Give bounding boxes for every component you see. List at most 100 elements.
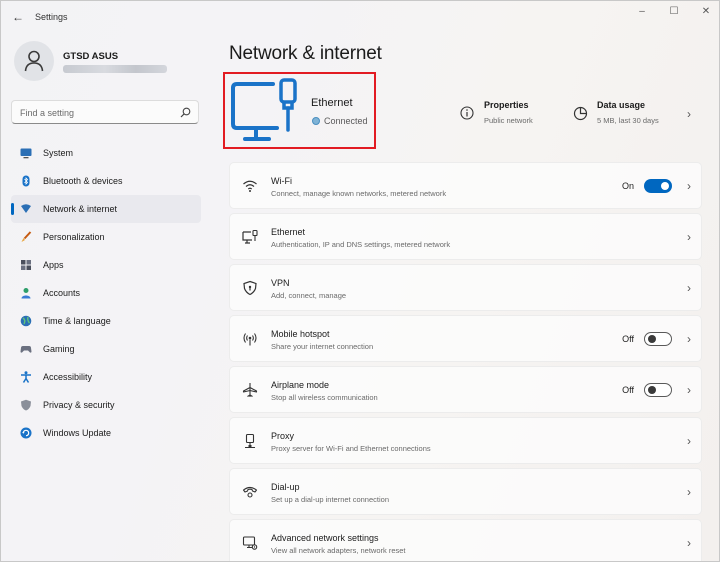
mobile-hotspot-toggle[interactable] xyxy=(644,332,672,346)
profile-email-blurred xyxy=(63,65,167,73)
search-input[interactable]: Find a setting xyxy=(20,108,74,118)
properties-subtitle: Public network xyxy=(484,116,533,125)
sidebar-item-gaming[interactable]: Gaming xyxy=(11,335,201,363)
sidebar-item-system[interactable]: System xyxy=(11,139,201,167)
chevron-right-icon[interactable]: › xyxy=(687,179,691,193)
settings-window: ← Settings – ☐ ✕ GTSD ASUS Find a settin… xyxy=(0,0,720,562)
sidebar-item-label: Apps xyxy=(43,260,64,270)
sidebar-item-accessibility[interactable]: Accessibility xyxy=(11,363,201,391)
accessibility-icon xyxy=(21,371,31,383)
card-subtitle: Authentication, IP and DNS settings, met… xyxy=(271,240,451,249)
avatar xyxy=(14,41,54,81)
card-subtitle: Share your internet connection xyxy=(271,342,374,351)
sidebar-item-label: Bluetooth & devices xyxy=(43,176,123,186)
sidebar-item-apps[interactable]: Apps xyxy=(11,251,201,279)
sidebar-item-personalization[interactable]: Personalization xyxy=(11,223,201,251)
toggle-state-label: Off xyxy=(622,385,634,395)
sidebar-item-windows-update[interactable]: Windows Update xyxy=(11,419,201,447)
proxy-icon xyxy=(245,433,255,449)
sidebar-item-accounts[interactable]: Accounts xyxy=(11,279,201,307)
minimize-button[interactable]: – xyxy=(631,5,653,19)
mobile-hotspot-card[interactable]: Mobile hotspot Share your internet conne… xyxy=(229,315,702,362)
apps-icon xyxy=(21,260,31,270)
system-icon xyxy=(20,148,32,159)
network-icon xyxy=(21,204,31,213)
connected-status-icon xyxy=(312,117,320,125)
chevron-right-icon[interactable]: › xyxy=(687,230,691,244)
dial-up-card[interactable]: Dial-up Set up a dial-up internet connec… xyxy=(229,468,702,515)
card-subtitle: View all network adapters, network reset xyxy=(271,546,406,555)
sidebar-item-privacy-security[interactable]: Privacy & security xyxy=(11,391,201,419)
ethernet-icon xyxy=(242,229,258,244)
app-title: Settings xyxy=(35,12,68,22)
dialup-icon xyxy=(242,486,258,498)
chevron-right-icon[interactable]: › xyxy=(687,434,691,448)
card-title: Advanced network settings xyxy=(271,533,379,543)
sidebar-item-label: Accounts xyxy=(43,288,81,298)
search-box[interactable]: Find a setting xyxy=(11,100,199,124)
bluetooth-icon xyxy=(22,175,30,187)
card-subtitle: Connect, manage known networks, metered … xyxy=(271,189,447,198)
data-usage-icon xyxy=(573,106,588,121)
sidebar-item-bluetooth[interactable]: Bluetooth & devices xyxy=(11,167,201,195)
globe-clock-icon xyxy=(20,315,32,327)
sidebar-item-label: Network & internet xyxy=(43,204,118,214)
card-title: Proxy xyxy=(271,431,295,441)
airplane-mode-toggle[interactable] xyxy=(644,383,672,397)
sidebar-item-label: Accessibility xyxy=(43,372,93,382)
ethernet-card[interactable]: Ethernet Authentication, IP and DNS sett… xyxy=(229,213,702,260)
chevron-right-icon[interactable]: › xyxy=(687,107,691,121)
card-title: Airplane mode xyxy=(271,380,330,390)
wifi-toggle[interactable] xyxy=(644,179,672,193)
ethernet-status-highlight[interactable]: Ethernet Connected xyxy=(223,72,376,149)
chevron-right-icon[interactable]: › xyxy=(687,332,691,346)
chevron-right-icon[interactable]: › xyxy=(687,281,691,295)
maximize-button[interactable]: ☐ xyxy=(663,5,685,19)
airplane-mode-card[interactable]: Airplane mode Stop all wireless communic… xyxy=(229,366,702,413)
card-title: Dial-up xyxy=(271,482,300,492)
sidebar-item-label: Windows Update xyxy=(43,428,112,438)
sidebar-item-label: Personalization xyxy=(43,232,105,242)
info-icon xyxy=(460,106,474,120)
proxy-card[interactable]: Proxy Proxy server for Wi-Fi and Etherne… xyxy=(229,417,702,464)
airplane-icon xyxy=(242,383,258,397)
advanced-network-settings-card[interactable]: Advanced network settings View all netwo… xyxy=(229,519,702,561)
page-title: Network & internet xyxy=(229,43,382,64)
chevron-right-icon[interactable]: › xyxy=(687,536,691,550)
network-settings-list: Wi-Fi Connect, manage known networks, me… xyxy=(229,162,702,561)
advanced-network-icon xyxy=(242,536,258,550)
sidebar-item-label: Privacy & security xyxy=(43,400,115,410)
card-title: Ethernet xyxy=(271,227,306,237)
connection-name: Ethernet xyxy=(311,97,353,109)
sidebar-item-time-language[interactable]: Time & language xyxy=(11,307,201,335)
sidebar-item-label: Gaming xyxy=(43,344,75,354)
back-button[interactable]: ← xyxy=(9,9,27,25)
properties-title: Properties xyxy=(484,100,529,110)
toggle-state-label: On xyxy=(621,181,634,191)
vpn-shield-icon xyxy=(243,280,257,296)
search-icon xyxy=(180,107,191,118)
chevron-right-icon[interactable]: › xyxy=(687,383,691,397)
card-title: Wi-Fi xyxy=(271,176,292,186)
shield-icon xyxy=(21,399,31,411)
sidebar-item-label: Time & language xyxy=(43,316,111,326)
card-title: Mobile hotspot xyxy=(271,329,330,339)
connection-status: Connected xyxy=(324,116,368,126)
sidebar-item-network[interactable]: Network & internet xyxy=(11,195,201,223)
brush-icon xyxy=(21,231,32,242)
vpn-card[interactable]: VPN Add, connect, manage › xyxy=(229,264,702,311)
wifi-icon xyxy=(243,180,257,192)
wifi-card[interactable]: Wi-Fi Connect, manage known networks, me… xyxy=(229,162,702,209)
profile-name: GTSD ASUS xyxy=(63,51,119,62)
close-button[interactable]: ✕ xyxy=(695,5,717,19)
chevron-right-icon[interactable]: › xyxy=(687,485,691,499)
accounts-icon xyxy=(21,288,31,299)
update-icon xyxy=(20,427,32,439)
data-usage-title: Data usage xyxy=(597,100,646,110)
card-title: VPN xyxy=(271,278,290,288)
data-usage-subtitle: 5 MB, last 30 days xyxy=(597,116,659,125)
user-profile[interactable]: GTSD ASUS xyxy=(14,41,204,86)
ethernet-monitor-icon xyxy=(231,78,297,141)
title-bar: ← Settings – ☐ ✕ xyxy=(1,1,719,33)
card-subtitle: Set up a dial-up internet connection xyxy=(271,495,389,504)
